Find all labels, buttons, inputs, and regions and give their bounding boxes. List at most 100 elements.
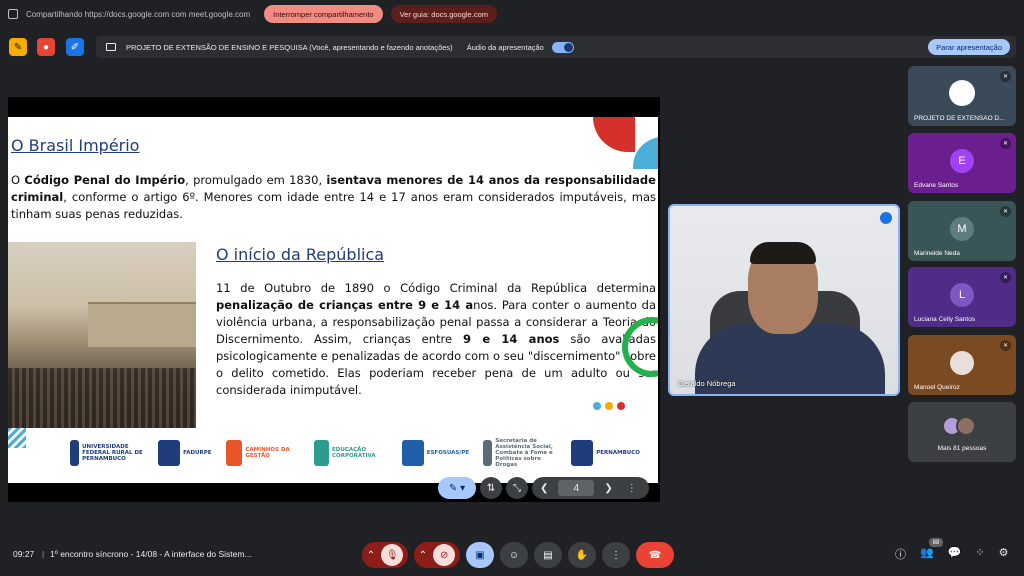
slide-content: O Brasil Império O Código Penal do Impér… (8, 117, 658, 483)
more-participants-label: Mais 81 pessoas (937, 445, 987, 452)
call-controls: ⌃ 🎙 ⌃ ⊘ ▣ ☺ ▤ ✋ ⋮ ☎ (362, 542, 674, 568)
logo-name: FADURPE (183, 450, 212, 456)
participant-tile[interactable]: L ✕ Luciana Celly Santos (908, 267, 1016, 327)
info-icon[interactable]: ⓘ (895, 546, 906, 562)
presentation-title: PROJETO DE EXTENSÃO DE ENSINO E PESQUISA… (126, 42, 453, 52)
camera-off-icon[interactable]: ⊘ (433, 544, 456, 566)
slide-controls: ✎ ▾ ⇅ ⤡ ❮ 4 ❯ ⋮ (438, 476, 649, 500)
avatar (949, 80, 975, 106)
partner-logo: Secretaria de Assistência Social, Combat… (483, 438, 557, 468)
more-options-icon[interactable]: ⋮ (623, 483, 641, 494)
more-options-icon[interactable]: ⋮ (602, 542, 630, 568)
present-screen-button[interactable]: ▣ (466, 542, 494, 568)
participant-tile[interactable]: ✕ PROJETO DE EXTENSÃO D... (908, 66, 1016, 126)
partner-logo: FADURPE (158, 440, 212, 466)
avatar: L (950, 283, 974, 307)
stop-presentation-button[interactable]: Parar apresentação (928, 39, 1010, 55)
view-tab-button[interactable]: Ver guia: docs.google.com (390, 5, 497, 23)
avatar (950, 351, 974, 375)
participant-name: PROJETO DE EXTENSÃO D... (914, 115, 1005, 122)
present-screen-icon (106, 43, 116, 51)
slide-number[interactable]: 4 (558, 480, 595, 496)
move-icon[interactable]: ⇅ (480, 477, 502, 499)
logo-name: Secretaria de Assistência Social, Combat… (495, 438, 553, 468)
previous-slide-icon[interactable]: ❮ (540, 483, 548, 494)
sharing-bar: Compartilhando https://docs.google.com c… (0, 0, 1024, 28)
slide-pager: ❮ 4 ❯ ⋮ (532, 477, 649, 499)
slide-paragraph-republica: 11 de Outubro de 1890 o Código Criminal … (216, 281, 657, 397)
captions-icon[interactable]: ▤ (534, 542, 562, 568)
mic-off-icon: ✕ (1000, 206, 1011, 217)
more-participants-tile[interactable]: Mais 81 pessoas (908, 402, 1016, 462)
edit-note-icon[interactable]: ✐ (66, 38, 84, 56)
clock: 09:27 (13, 549, 35, 559)
mic-off-icon[interactable]: 🎙 (381, 544, 404, 566)
hang-up-button[interactable]: ☎ (636, 542, 674, 568)
participant-tile[interactable]: M ✕ Marineide Neda (908, 201, 1016, 261)
logo-mark (313, 440, 330, 466)
mic-off-icon: ✕ (1000, 138, 1011, 149)
logo-mark (70, 440, 80, 466)
logo-name: CAMINHOS DA GESTÃO (245, 447, 290, 459)
logo-mark (483, 440, 493, 466)
partner-logo: EDUCAÇÃO CORPORATIVA (313, 440, 388, 466)
screen-share-icon (8, 9, 18, 19)
partner-logo: CAMINHOS DA GESTÃO (225, 440, 300, 466)
slide-heading-republica: O início da República (216, 245, 385, 264)
record-icon[interactable]: ● (37, 38, 55, 56)
speaker-name: Geraldo Nóbrega (678, 379, 736, 388)
participant-name: Edvane Santos (914, 182, 959, 189)
meeting-toolbar: 09:27 | 1º encontro síncrono - 14/08 - A… (0, 540, 1024, 570)
audio-toggle[interactable] (551, 41, 574, 53)
slide-dots (593, 402, 625, 410)
partner-logos: UNIVERSIDADE FEDERAL RURAL DE PERNAMBUCO… (70, 433, 640, 473)
microphone-control[interactable]: ⌃ 🎙 (362, 542, 408, 568)
slide-dot (617, 402, 625, 410)
logo-name: ESFOSUAS/PE (426, 450, 470, 456)
partner-logo: PERNAMBUCO (571, 440, 640, 466)
slide-heading-imperio: O Brasil Império (11, 136, 140, 155)
decorative-shape (593, 117, 635, 152)
speaker-video[interactable]: Geraldo Nóbrega (668, 204, 900, 396)
avatar-stack (942, 416, 976, 436)
decorative-shape (633, 137, 658, 169)
logo-name: EDUCAÇÃO CORPORATIVA (332, 447, 376, 459)
logo-mark (225, 440, 243, 466)
participant-count-badge: 88 (929, 538, 943, 547)
emoji-icon[interactable]: ☺ (500, 542, 528, 568)
partner-logo: ESFOSUAS/PE (401, 440, 470, 466)
speaking-indicator-icon (880, 212, 892, 224)
people-icon[interactable]: 👥 (920, 546, 934, 562)
avatar: E (950, 149, 974, 173)
raise-hand-icon[interactable]: ✋ (568, 542, 596, 568)
collapse-icon[interactable]: ⤡ (506, 477, 528, 499)
presentation-bar: ✎ ● ✐ PROJETO DE EXTENSÃO DE ENSINO E PE… (0, 34, 1024, 60)
logo-name: UNIVERSIDADE FEDERAL RURAL DE PERNAMBUCO (82, 444, 143, 462)
annotation-off-icon[interactable]: ✎ (9, 38, 27, 56)
participant-name: Manoel Queiroz (914, 384, 960, 391)
pen-tool-button[interactable]: ✎ ▾ (438, 477, 476, 499)
mic-off-icon: ✕ (1000, 340, 1011, 351)
meeting-title: 1º encontro síncrono - 14/08 - A interfa… (50, 549, 252, 559)
sharing-status-text: Compartilhando https://docs.google.com c… (26, 9, 251, 19)
next-slide-icon[interactable]: ❯ (604, 483, 612, 494)
activities-icon[interactable]: ⁘ (975, 546, 984, 562)
camera-control[interactable]: ⌃ ⊘ (414, 542, 460, 568)
chat-icon[interactable]: 💬 (948, 546, 962, 562)
presentation-info-panel: PROJETO DE EXTENSÃO DE ENSINO E PESQUISA… (96, 36, 1016, 58)
stop-sharing-button[interactable]: Interromper compartilhamento (264, 5, 383, 23)
partner-logo: UNIVERSIDADE FEDERAL RURAL DE PERNAMBUCO (70, 440, 144, 466)
logo-name: PERNAMBUCO (596, 450, 640, 456)
participant-name: Marineide Neda (914, 250, 960, 257)
decorative-stripes (8, 428, 26, 448)
separator: | (42, 549, 45, 559)
participant-tile[interactable]: ✕ Manoel Queiroz (908, 335, 1016, 395)
mic-off-icon: ✕ (1000, 272, 1011, 283)
host-controls-icon[interactable]: ⚙ (999, 546, 1009, 562)
participant-tile[interactable]: E ✕ Edvane Santos (908, 133, 1016, 193)
historical-painting (8, 242, 196, 428)
slide-dot (593, 402, 601, 410)
logo-mark (401, 440, 424, 466)
mic-off-icon: ✕ (1000, 71, 1011, 82)
audio-label: Áudio da apresentação (466, 42, 544, 52)
